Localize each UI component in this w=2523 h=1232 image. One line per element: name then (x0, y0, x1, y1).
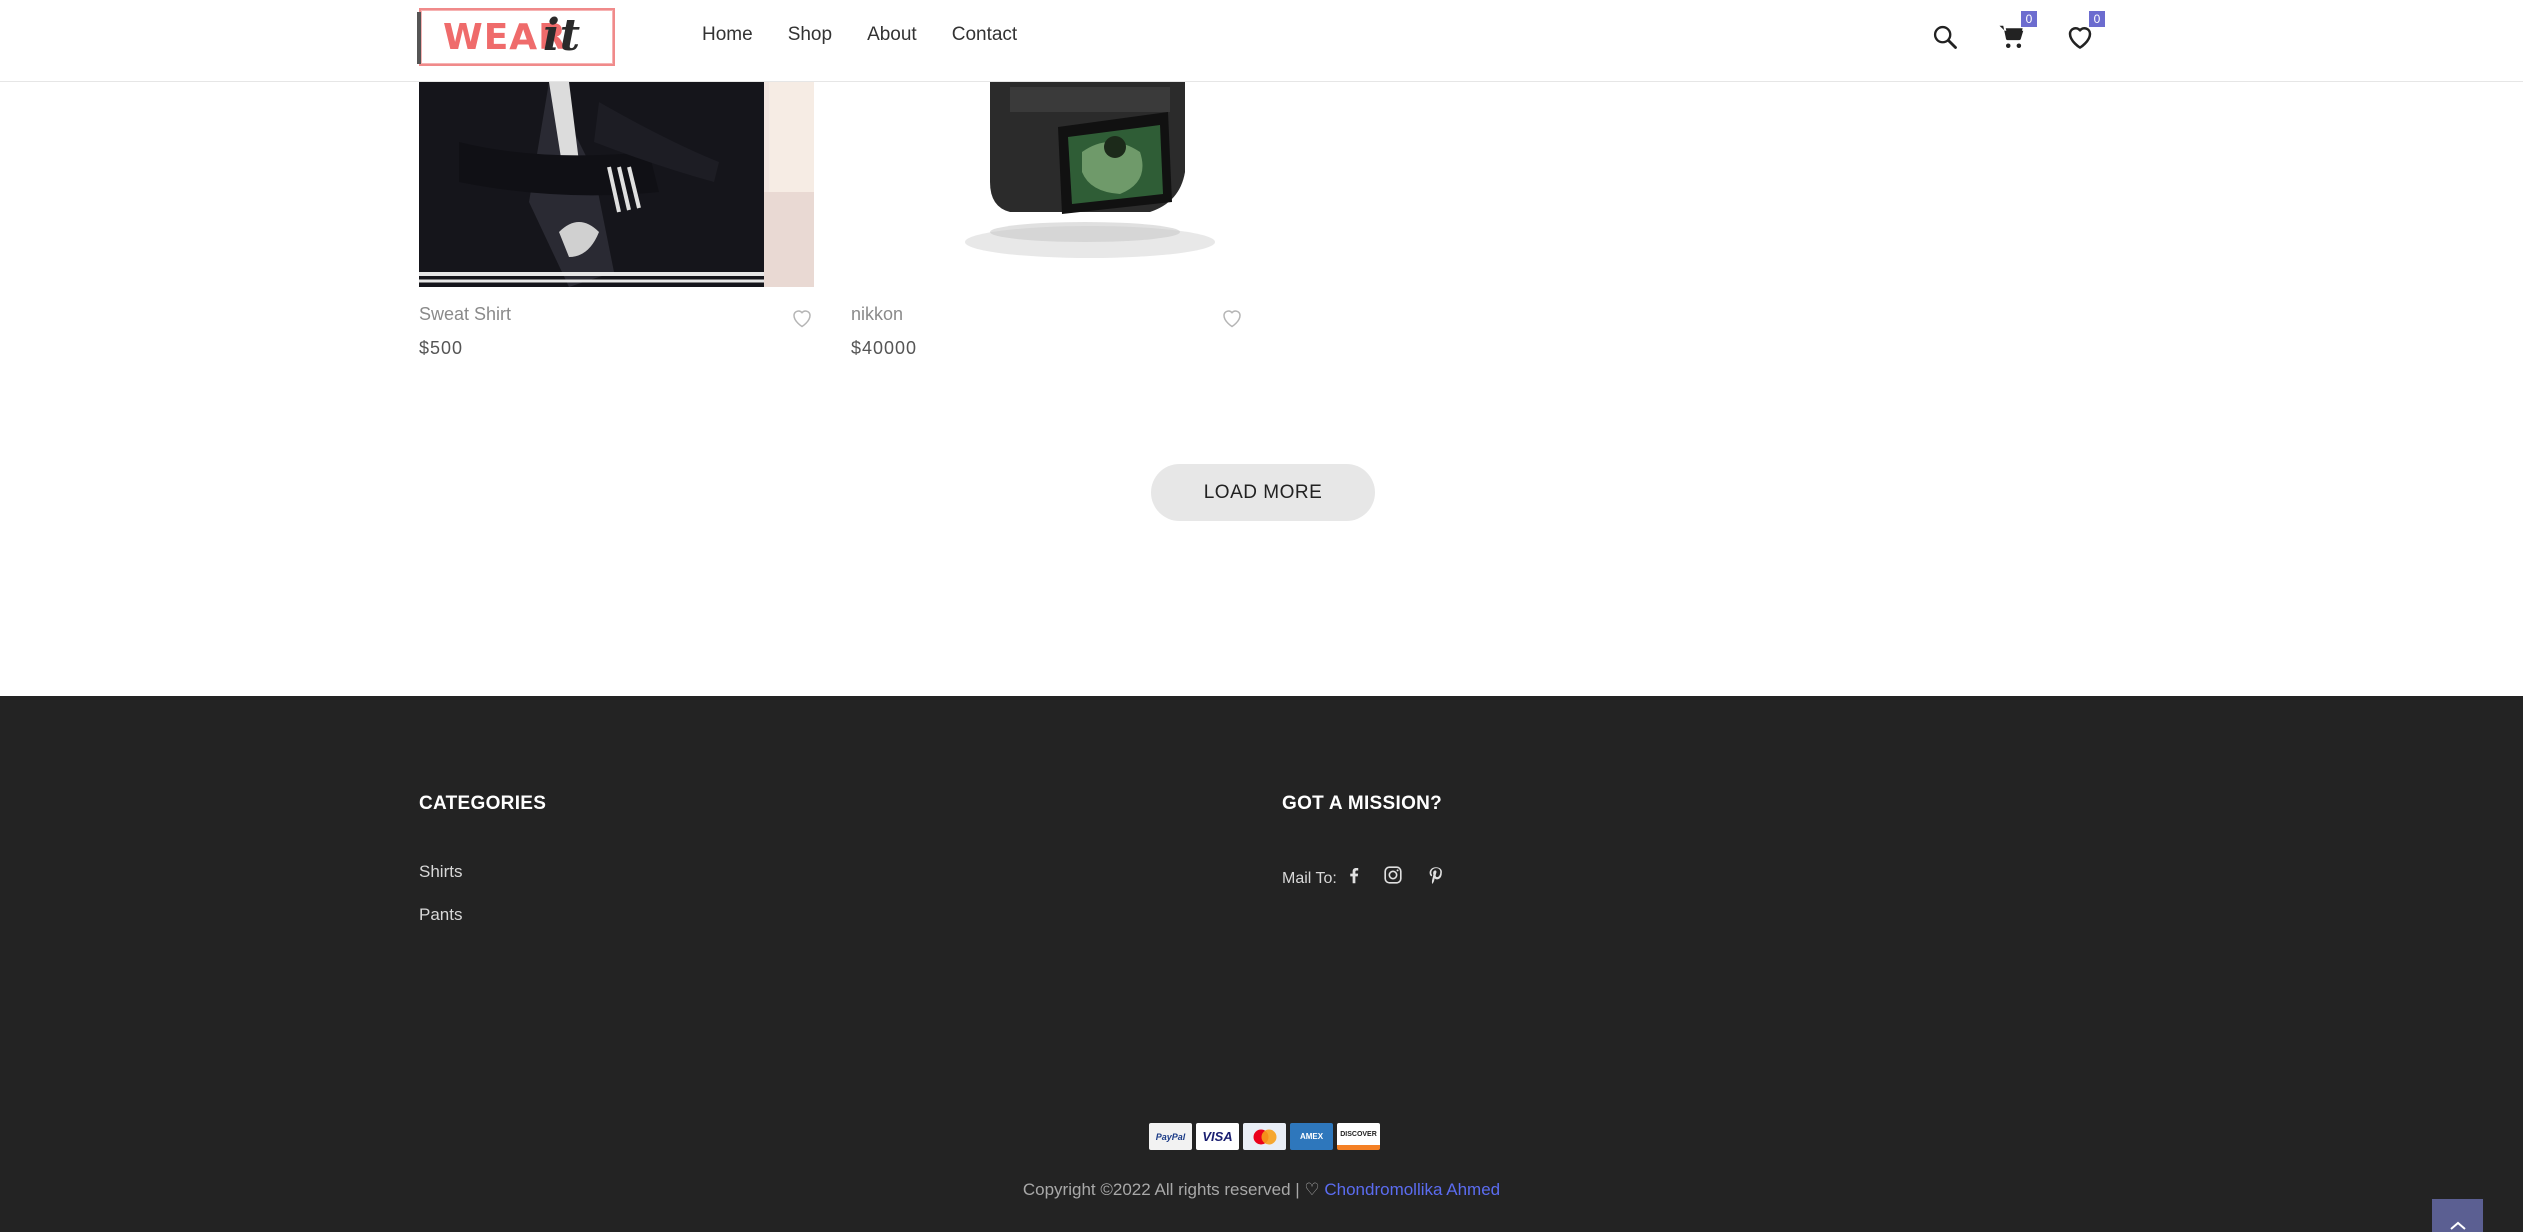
product-image[interactable] (419, 82, 814, 287)
cart-button[interactable]: 0 (1995, 11, 2037, 54)
search-icon (1933, 25, 1957, 49)
category-link-pants[interactable]: Pants (419, 905, 462, 925)
wishlist-heart-icon[interactable] (1220, 307, 1244, 329)
product-image[interactable] (850, 82, 1245, 287)
load-more-button[interactable]: LOAD MORE (1151, 464, 1375, 521)
mission-heading: GOT A MISSION? (1282, 793, 1443, 814)
discover-logo: DISCOVER (1337, 1123, 1380, 1150)
amex-logo: AMEX (1290, 1123, 1333, 1150)
product-name[interactable]: nikkon (851, 304, 903, 325)
nav-contact[interactable]: Contact (952, 24, 1017, 46)
wishlist-button[interactable]: 0 (2063, 11, 2105, 54)
nav-about[interactable]: About (867, 24, 917, 46)
nav-shop[interactable]: Shop (788, 24, 832, 46)
copyright-text: Copyright ©2022 All rights reserved | ♡ … (0, 1180, 2523, 1200)
site-header: WEAR it Home Shop About Contact 0 0 (0, 0, 2523, 82)
mastercard-circles-icon (1253, 1129, 1276, 1144)
mastercard-logo (1243, 1123, 1286, 1150)
scroll-to-top-button[interactable] (2432, 1199, 2483, 1232)
logo[interactable]: WEAR it (417, 8, 615, 66)
facebook-icon[interactable] (1343, 864, 1365, 886)
main-nav: Home Shop About Contact (702, 24, 1017, 46)
product-card[interactable]: nikkon $40000 (850, 82, 1245, 358)
pinterest-icon[interactable] (1425, 864, 1447, 886)
wishlist-heart-icon[interactable] (790, 307, 814, 329)
cart-count-badge: 0 (2021, 11, 2037, 27)
product-price: $500 (419, 338, 464, 358)
logo-script: it (543, 10, 581, 61)
search-button[interactable] (1928, 20, 1962, 54)
payment-methods: PayPal VISA AMEX DISCOVER (1149, 1123, 1380, 1150)
site-footer: CATEGORIES Shirts Pants GOT A MISSION? M… (0, 696, 2523, 1232)
categories-heading: CATEGORIES (419, 793, 547, 814)
chevron-up-icon (2449, 1221, 2466, 1230)
wishlist-count-badge: 0 (2089, 11, 2105, 27)
visa-logo: VISA (1196, 1123, 1239, 1150)
logo-accent (417, 12, 421, 64)
mail-to-label: Mail To: (1282, 870, 1337, 887)
product-card[interactable]: Sweat Shirt $500 (419, 82, 814, 358)
author-link[interactable]: Chondromollika Ahmed (1324, 1180, 1500, 1199)
copyright-label: Copyright ©2022 All rights reserved | ♡ (1022, 1180, 1325, 1199)
product-price: $40000 (851, 338, 918, 358)
paypal-logo: PayPal (1149, 1123, 1192, 1150)
category-link-shirts[interactable]: Shirts (419, 862, 462, 882)
nav-home[interactable]: Home (702, 24, 753, 46)
camera-photo (850, 82, 1245, 287)
product-name[interactable]: Sweat Shirt (419, 304, 511, 325)
instagram-icon[interactable] (1382, 864, 1404, 886)
sweatshirt-photo (419, 82, 814, 287)
